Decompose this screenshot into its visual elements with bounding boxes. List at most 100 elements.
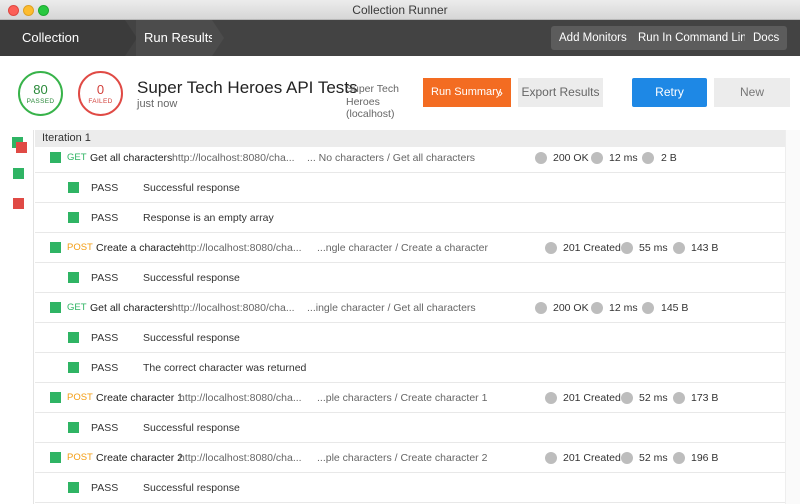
response-time: 55 ms [639, 242, 668, 254]
test-row: PASS Response is an empty array [35, 203, 785, 233]
response-size: 145 B [661, 302, 689, 314]
retry-button[interactable]: Retry [632, 78, 707, 107]
iteration-2-status-icon[interactable] [13, 168, 24, 179]
response-size: 143 B [691, 242, 719, 254]
response-time: 12 ms [609, 302, 638, 314]
request-row[interactable]: POST Create character 2 http://localhost… [35, 443, 785, 473]
time-dot-icon [621, 392, 633, 404]
environment-name: Super Tech Heroes (localhost) [346, 83, 399, 120]
run-summary-button[interactable]: Run Summary › [423, 78, 511, 107]
request-path: ...ple characters / Create character 2 [317, 452, 488, 464]
test-name: Successful response [143, 182, 240, 194]
breadcrumb-collection-runner[interactable]: Collection Runner [0, 20, 125, 81]
response-time: 52 ms [639, 452, 668, 464]
response-size: 2 B [661, 152, 677, 164]
request-url: http://localhost:8080/cha... [179, 452, 302, 464]
run-summary-header: 80 PASSED 0 FAILED Super Tech Heroes API… [0, 56, 800, 130]
test-status: PASS [91, 422, 119, 434]
test-status: PASS [91, 272, 119, 284]
method-badge: POST [67, 452, 93, 463]
test-status: PASS [91, 212, 119, 224]
method-badge: POST [67, 392, 93, 403]
status-dot-icon [545, 392, 557, 404]
status-dot-icon [545, 242, 557, 254]
iteration-sidebar [5, 130, 34, 504]
time-dot-icon [621, 452, 633, 464]
response-status: 200 OK [553, 302, 589, 314]
pass-square-icon [50, 242, 61, 253]
size-dot-icon [673, 392, 685, 404]
test-row: PASS Successful response [35, 173, 785, 203]
response-status: 201 Created [563, 452, 621, 464]
collection-name: Super Tech Heroes API Tests [137, 78, 358, 97]
pass-square-icon [68, 332, 79, 343]
request-url: http://localhost:8080/cha... [172, 152, 295, 164]
window-title: Collection Runner [352, 3, 448, 17]
results-list: Iteration 1 GET Get all characters http:… [35, 130, 785, 504]
pass-square-icon [68, 212, 79, 223]
test-row: PASS Successful response [35, 263, 785, 293]
new-run-button[interactable]: New [714, 78, 790, 107]
status-dot-icon [545, 452, 557, 464]
pass-square-icon [68, 362, 79, 373]
test-status: PASS [91, 482, 119, 494]
request-url: http://localhost:8080/cha... [172, 302, 295, 314]
export-results-button[interactable]: Export Results [518, 78, 603, 107]
test-name: The correct character was returned [143, 362, 307, 374]
pass-square-icon [68, 422, 79, 433]
response-status: 200 OK [553, 152, 589, 164]
response-time: 12 ms [609, 152, 638, 164]
request-path: ...ngle character / Create a character [317, 242, 488, 254]
response-size: 173 B [691, 392, 719, 404]
test-name: Response is an empty array [143, 212, 274, 224]
size-dot-icon [673, 452, 685, 464]
request-path: ... No characters / Get all characters [307, 152, 476, 164]
pass-square-icon [68, 182, 79, 193]
breadcrumb-run-results[interactable]: Run Results [144, 20, 215, 56]
iteration-3-status-icon[interactable] [13, 198, 24, 209]
passed-count: 80 [33, 82, 48, 97]
request-row[interactable]: POST Create character 1 http://localhost… [35, 383, 785, 413]
response-status: 201 Created [563, 392, 621, 404]
test-name: Successful response [143, 272, 240, 284]
breadcrumb-separator [212, 20, 224, 56]
iteration-1-fail-marker-icon [16, 142, 27, 153]
run-summary-label: Run Summary [431, 86, 502, 98]
time-dot-icon [621, 242, 633, 254]
pass-square-icon [50, 452, 61, 463]
size-dot-icon [642, 302, 654, 314]
pass-square-icon [50, 392, 61, 403]
request-row[interactable]: GET Get all characters http://localhost:… [35, 293, 785, 323]
request-name: Create a character [96, 242, 183, 254]
results-scrollbar[interactable] [785, 130, 800, 504]
request-name: Create character 1 [96, 392, 183, 404]
run-time: just now [137, 98, 178, 110]
size-dot-icon [642, 152, 654, 164]
test-name: Successful response [143, 332, 240, 344]
top-navigation-bar: Collection Runner Run Results Add Monito… [0, 20, 800, 81]
test-name: Successful response [143, 482, 240, 494]
docs-button[interactable]: Docs [745, 26, 788, 50]
test-status: PASS [91, 332, 119, 344]
size-dot-icon [673, 242, 685, 254]
request-row[interactable]: GET Get all characters http://localhost:… [35, 143, 785, 173]
request-url: http://localhost:8080/cha... [179, 392, 302, 404]
test-row: PASS Successful response [35, 323, 785, 353]
request-path: ...ingle character / Get all characters [307, 302, 476, 314]
response-status: 201 Created [563, 242, 621, 254]
method-badge: GET [67, 152, 87, 163]
test-status: PASS [91, 362, 119, 374]
pass-square-icon [68, 272, 79, 283]
status-dot-icon [535, 152, 547, 164]
failed-count-badge: 0 FAILED [78, 71, 123, 116]
add-monitors-button[interactable]: Add Monitors [551, 26, 635, 50]
run-in-command-line-button[interactable]: Run In Command Line [630, 26, 762, 50]
request-row[interactable]: POST Create a character http://localhost… [35, 233, 785, 263]
request-url: http://localhost:8080/cha... [179, 242, 302, 254]
failed-count: 0 [96, 82, 105, 97]
test-row: PASS The correct character was returned [35, 353, 785, 383]
time-dot-icon [591, 302, 603, 314]
failed-label: FAILED [88, 98, 113, 105]
method-badge: POST [67, 242, 93, 253]
status-dot-icon [535, 302, 547, 314]
